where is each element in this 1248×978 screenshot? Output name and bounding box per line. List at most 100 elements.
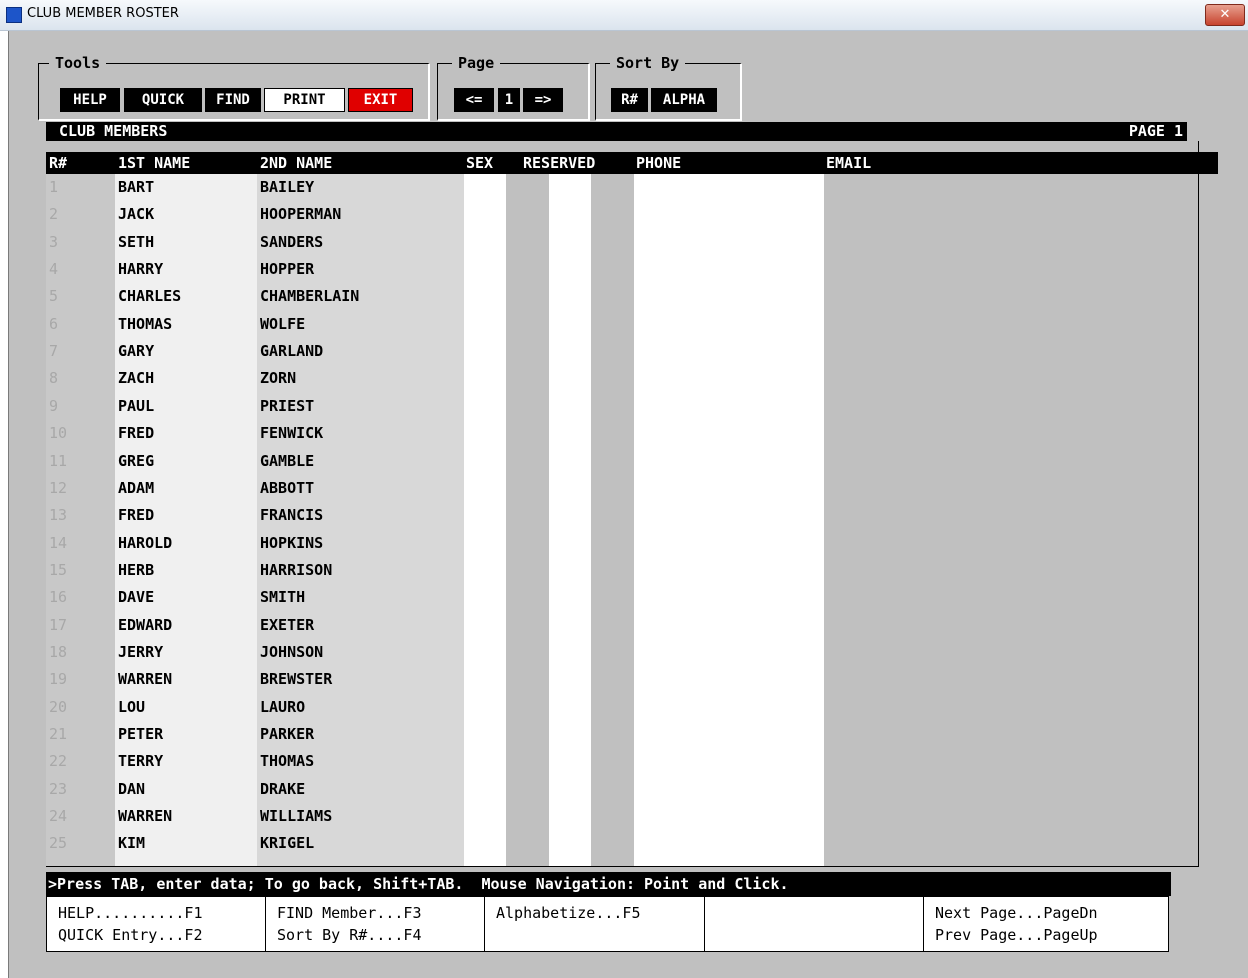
- row-number[interactable]: 21: [49, 721, 67, 748]
- next-page-button[interactable]: =>: [523, 88, 563, 112]
- row-number[interactable]: 16: [49, 584, 67, 611]
- row-number[interactable]: 2: [49, 201, 58, 228]
- row-number[interactable]: 22: [49, 748, 67, 775]
- first-name-cell[interactable]: DAN: [118, 776, 145, 803]
- row-number[interactable]: 14: [49, 530, 67, 557]
- table-row[interactable]: 1 BART BAILEY: [46, 174, 1196, 201]
- table-row[interactable]: 8 ZACH ZORN: [46, 365, 1196, 392]
- fkey-help[interactable]: HELP..........F1: [47, 902, 265, 924]
- col-last-name[interactable]: 2ND NAME: [260, 152, 332, 174]
- exit-button[interactable]: EXIT: [348, 88, 413, 112]
- last-name-cell[interactable]: WILLIAMS: [260, 803, 332, 830]
- row-number[interactable]: 3: [49, 229, 58, 256]
- sort-alpha-button[interactable]: ALPHA: [651, 88, 717, 112]
- row-number[interactable]: 13: [49, 502, 67, 529]
- table-row[interactable]: 21 PETER PARKER: [46, 721, 1196, 748]
- table-row[interactable]: 22 TERRY THOMAS: [46, 748, 1196, 775]
- first-name-cell[interactable]: GREG: [118, 448, 154, 475]
- prev-page-button[interactable]: <=: [454, 88, 494, 112]
- table-row[interactable]: 13 FRED FRANCIS: [46, 502, 1196, 529]
- last-name-cell[interactable]: HOOPERMAN: [260, 201, 341, 228]
- fkey-prev-page[interactable]: Prev Page...PageUp: [924, 924, 1168, 946]
- table-row[interactable]: 7 GARY GARLAND: [46, 338, 1196, 365]
- last-name-cell[interactable]: FRANCIS: [260, 502, 323, 529]
- first-name-cell[interactable]: SETH: [118, 229, 154, 256]
- first-name-cell[interactable]: ZACH: [118, 365, 154, 392]
- first-name-cell[interactable]: PAUL: [118, 393, 154, 420]
- table-row[interactable]: 14 HAROLD HOPKINS: [46, 530, 1196, 557]
- first-name-cell[interactable]: WARREN: [118, 803, 172, 830]
- first-name-cell[interactable]: DAVE: [118, 584, 154, 611]
- first-name-cell[interactable]: HERB: [118, 557, 154, 584]
- last-name-cell[interactable]: JOHNSON: [260, 639, 323, 666]
- last-name-cell[interactable]: THOMAS: [260, 748, 314, 775]
- last-name-cell[interactable]: DRAKE: [260, 776, 305, 803]
- table-row[interactable]: 18 JERRY JOHNSON: [46, 639, 1196, 666]
- quick-button[interactable]: QUICK: [124, 88, 202, 112]
- help-button[interactable]: HELP: [60, 88, 120, 112]
- row-number[interactable]: 6: [49, 311, 58, 338]
- table-row[interactable]: 15 HERB HARRISON: [46, 557, 1196, 584]
- row-number[interactable]: 20: [49, 694, 67, 721]
- fkey-alphabetize[interactable]: Alphabetize...F5: [485, 902, 704, 924]
- last-name-cell[interactable]: WOLFE: [260, 311, 305, 338]
- row-number[interactable]: 10: [49, 420, 67, 447]
- last-name-cell[interactable]: HARRISON: [260, 557, 332, 584]
- table-row[interactable]: 3 SETH SANDERS: [46, 229, 1196, 256]
- col-email[interactable]: EMAIL: [826, 152, 871, 174]
- row-number[interactable]: 23: [49, 776, 67, 803]
- table-row[interactable]: 20 LOU LAURO: [46, 694, 1196, 721]
- table-row[interactable]: 23 DAN DRAKE: [46, 776, 1196, 803]
- fkey-quick[interactable]: QUICK Entry...F2: [47, 924, 265, 946]
- table-row[interactable]: 24 WARREN WILLIAMS: [46, 803, 1196, 830]
- table-row[interactable]: 25 KIM KRIGEL: [46, 830, 1196, 857]
- first-name-cell[interactable]: JACK: [118, 201, 154, 228]
- table-row[interactable]: 6 THOMAS WOLFE: [46, 311, 1196, 338]
- last-name-cell[interactable]: SMITH: [260, 584, 305, 611]
- table-row[interactable]: 9 PAUL PRIEST: [46, 393, 1196, 420]
- close-button[interactable]: ✕: [1205, 4, 1245, 26]
- table-row[interactable]: 12 ADAM ABBOTT: [46, 475, 1196, 502]
- find-button[interactable]: FIND: [205, 88, 261, 112]
- first-name-cell[interactable]: BART: [118, 174, 154, 201]
- first-name-cell[interactable]: JERRY: [118, 639, 163, 666]
- last-name-cell[interactable]: BAILEY: [260, 174, 314, 201]
- row-number[interactable]: 25: [49, 830, 67, 857]
- last-name-cell[interactable]: GAMBLE: [260, 448, 314, 475]
- last-name-cell[interactable]: LAURO: [260, 694, 305, 721]
- table-row[interactable]: 2 JACK HOOPERMAN: [46, 201, 1196, 228]
- col-rnum[interactable]: R#: [49, 152, 67, 174]
- last-name-cell[interactable]: EXETER: [260, 612, 314, 639]
- first-name-cell[interactable]: GARY: [118, 338, 154, 365]
- row-number[interactable]: 5: [49, 283, 58, 310]
- table-row[interactable]: 4 HARRY HOPPER: [46, 256, 1196, 283]
- first-name-cell[interactable]: FRED: [118, 420, 154, 447]
- last-name-cell[interactable]: CHAMBERLAIN: [260, 283, 359, 310]
- first-name-cell[interactable]: THOMAS: [118, 311, 172, 338]
- table-row[interactable]: 17 EDWARD EXETER: [46, 612, 1196, 639]
- first-name-cell[interactable]: ADAM: [118, 475, 154, 502]
- print-button[interactable]: PRINT: [264, 88, 345, 112]
- row-number[interactable]: 18: [49, 639, 67, 666]
- fkey-sort-rnum[interactable]: Sort By R#....F4: [266, 924, 484, 946]
- first-name-cell[interactable]: EDWARD: [118, 612, 172, 639]
- first-name-cell[interactable]: KIM: [118, 830, 145, 857]
- first-name-cell[interactable]: FRED: [118, 502, 154, 529]
- first-name-cell[interactable]: LOU: [118, 694, 145, 721]
- col-phone[interactable]: PHONE: [636, 152, 681, 174]
- row-number[interactable]: 7: [49, 338, 58, 365]
- table-row[interactable]: 16 DAVE SMITH: [46, 584, 1196, 611]
- first-name-cell[interactable]: CHARLES: [118, 283, 181, 310]
- row-number[interactable]: 17: [49, 612, 67, 639]
- row-number[interactable]: 8: [49, 365, 58, 392]
- row-number[interactable]: 4: [49, 256, 58, 283]
- last-name-cell[interactable]: SANDERS: [260, 229, 323, 256]
- last-name-cell[interactable]: ABBOTT: [260, 475, 314, 502]
- row-number[interactable]: 19: [49, 666, 67, 693]
- fkey-find[interactable]: FIND Member...F3: [266, 902, 484, 924]
- row-number[interactable]: 1: [49, 174, 58, 201]
- last-name-cell[interactable]: ZORN: [260, 365, 296, 392]
- last-name-cell[interactable]: BREWSTER: [260, 666, 332, 693]
- row-number[interactable]: 15: [49, 557, 67, 584]
- last-name-cell[interactable]: PARKER: [260, 721, 314, 748]
